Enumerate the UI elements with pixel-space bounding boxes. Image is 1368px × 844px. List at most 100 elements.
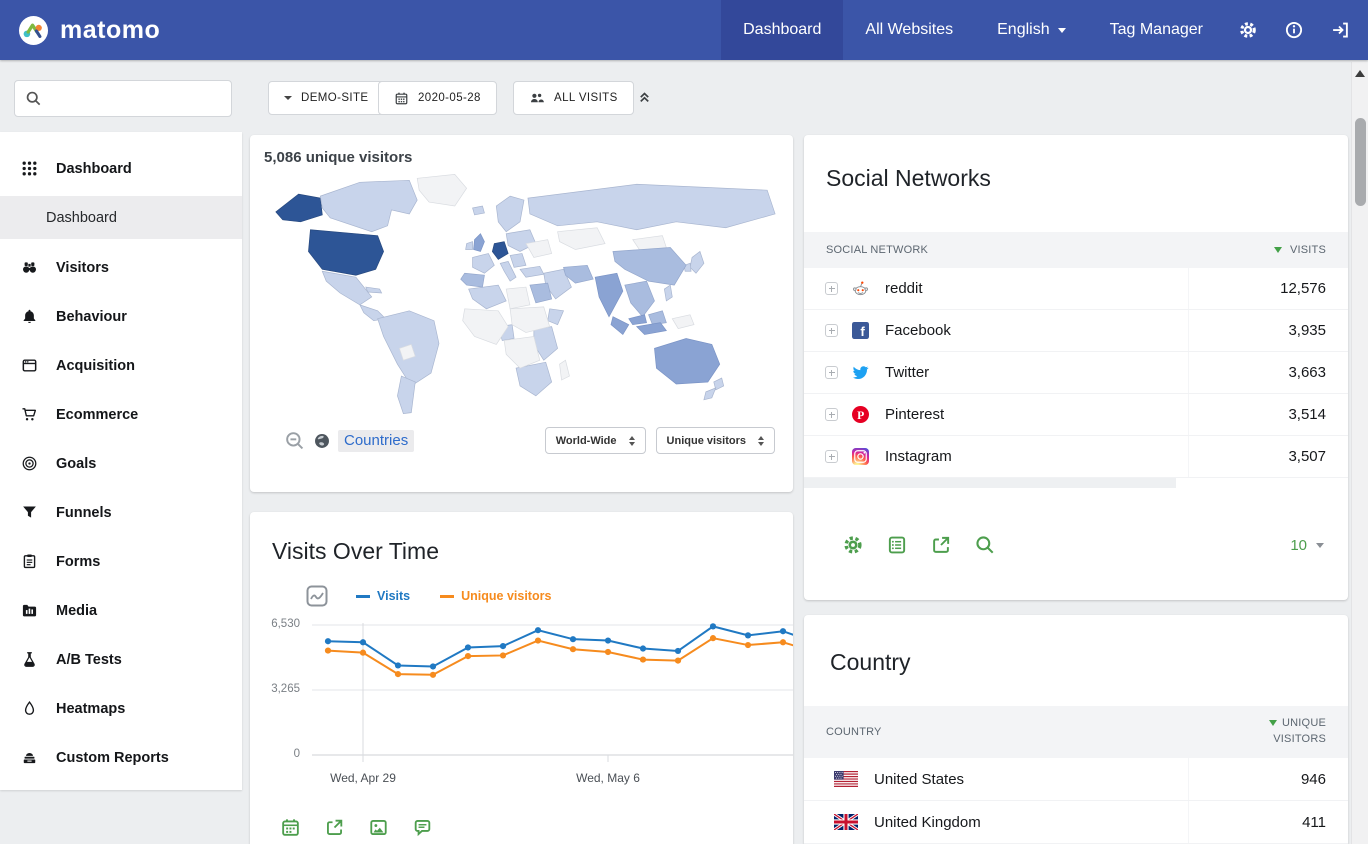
table-view-icon[interactable] [886, 534, 908, 556]
annotations-icon[interactable] [412, 817, 433, 838]
export-icon[interactable] [930, 534, 952, 556]
sidebar-item[interactable]: Behaviour [0, 292, 242, 341]
chart-point [395, 671, 401, 677]
chart-point [605, 637, 611, 643]
segment-selector-label: ALL VISITS [554, 92, 618, 104]
calendar-icon[interactable] [280, 817, 301, 838]
y-axis-label: 6,530 [254, 618, 300, 630]
sidebar-item-icon [21, 357, 38, 374]
sidebar-item-icon [21, 651, 38, 668]
zoom-out-icon[interactable] [284, 430, 306, 452]
sidebar-item[interactable]: A/B Tests [0, 635, 242, 684]
updown-arrows-icon [758, 436, 764, 446]
sidebar-items: Visitors Behaviour Acquisition Ecommerce… [0, 243, 242, 782]
sidebar-item[interactable]: Heatmaps [0, 684, 242, 733]
topnav-item-label: All Websites [865, 21, 953, 39]
chart-point [780, 628, 786, 634]
search-input[interactable] [42, 81, 231, 116]
table-row[interactable]: Pinterest 3,514 [804, 394, 1348, 436]
sidebar-item[interactable]: Ecommerce [0, 390, 242, 439]
table-header: COUNTRY UNIQUE VISITORS [804, 706, 1348, 758]
legend-item[interactable]: Visits [356, 589, 410, 603]
logout-button[interactable] [1317, 0, 1368, 60]
row-label: Pinterest [885, 406, 944, 423]
topnav-item[interactable]: English [975, 0, 1087, 60]
date-selector-button[interactable]: 2020-05-28 [378, 81, 497, 115]
gear-icon[interactable] [842, 534, 864, 556]
sidebar-item[interactable]: Goals [0, 439, 242, 488]
map-region-select[interactable]: World-Wide [545, 427, 646, 454]
row-value: 3,663 [1188, 352, 1348, 393]
countries-link[interactable]: Countries [338, 430, 414, 452]
country-flag-icon [834, 771, 858, 787]
legend-item[interactable]: Unique visitors [440, 589, 551, 603]
sidebar-item[interactable]: Acquisition [0, 341, 242, 390]
sidebar-item-dashboard[interactable]: Dashboard [0, 144, 242, 193]
map-metric-select[interactable]: Unique visitors [656, 427, 775, 454]
chart-point [360, 639, 366, 645]
topnav-items: Dashboard All Websites English Tag Manag… [721, 0, 1225, 60]
date-selector-label: 2020-05-28 [418, 92, 481, 104]
collapse-toolbar-button[interactable] [636, 88, 653, 110]
sidebar-item[interactable]: Funnels [0, 488, 242, 537]
expand-row-icon[interactable] [825, 450, 838, 463]
row-label: Instagram [885, 448, 952, 465]
topnav-item[interactable]: Tag Manager [1088, 0, 1225, 60]
table-header: SOCIAL NETWORK VISITS [804, 232, 1348, 268]
sidebar-item-icon [21, 504, 38, 521]
table-row[interactable]: Instagram 3,507 [804, 436, 1348, 478]
sidebar-item-label: Dashboard [56, 161, 132, 177]
y-axis-label: 3,265 [254, 683, 300, 695]
chart-point [535, 637, 541, 643]
scrollbar-up-arrow[interactable] [1355, 70, 1365, 77]
top-navbar: matomo Dashboard All Websites English Ta… [0, 0, 1368, 60]
sidebar-item-label: Ecommerce [56, 407, 138, 423]
world-map[interactable] [261, 170, 783, 418]
expand-row-icon[interactable] [825, 324, 838, 337]
site-selector-button[interactable]: DEMO-SITE [268, 81, 385, 115]
chart-type-icon[interactable] [306, 585, 328, 607]
export-icon[interactable] [324, 817, 345, 838]
chart-point [710, 623, 716, 629]
sidebar-item[interactable]: Custom Reports [0, 733, 242, 782]
page-scrollbar[interactable] [1351, 62, 1368, 844]
segment-selector-button[interactable]: ALL VISITS [513, 81, 634, 115]
widget-title: Social Networks [804, 135, 1348, 192]
sidebar-item-label: Forms [56, 554, 100, 570]
row-value: 3,514 [1188, 394, 1348, 435]
column-header-value[interactable]: VISITS [1274, 244, 1326, 256]
sidebar-item-label: Heatmaps [56, 701, 125, 717]
settings-button[interactable] [1225, 0, 1271, 60]
table-row[interactable]: Facebook 3,935 [804, 310, 1348, 352]
expand-row-icon[interactable] [825, 366, 838, 379]
sidebar-item-label: Media [56, 603, 97, 619]
sidebar-item[interactable]: Forms [0, 537, 242, 586]
social-network-icon [852, 364, 869, 381]
help-button[interactable] [1271, 0, 1317, 60]
chart-point [675, 658, 681, 664]
line-chart[interactable]: 03,2656,530 Wed, Apr 29Wed, May 6 [312, 615, 793, 789]
topnav-item[interactable]: Dashboard [721, 0, 843, 60]
table-row[interactable]: United Kingdom 411 [804, 801, 1348, 844]
image-export-icon[interactable] [368, 817, 389, 838]
sidebar-subitem-dashboard[interactable]: Dashboard [0, 196, 242, 239]
topnav-item[interactable]: All Websites [843, 0, 975, 60]
expand-row-icon[interactable] [825, 408, 838, 421]
column-header-label[interactable]: SOCIAL NETWORK [826, 244, 928, 256]
chevron-down-icon [1058, 28, 1066, 33]
expand-row-icon[interactable] [825, 282, 838, 295]
sidebar-item[interactable]: Media [0, 586, 242, 635]
column-header-value[interactable]: UNIQUE VISITORS [1230, 716, 1326, 748]
truncated-row-strip [804, 478, 1176, 488]
column-header-label[interactable]: COUNTRY [826, 726, 882, 738]
row-limit-select[interactable]: 10 [1290, 537, 1324, 554]
sidebar-item[interactable]: Visitors [0, 243, 242, 292]
gear-icon [1238, 20, 1258, 40]
matomo-logo[interactable]: matomo [0, 0, 160, 60]
table-row[interactable]: United States 946 [804, 758, 1348, 801]
table-row[interactable]: reddit 12,576 [804, 268, 1348, 310]
table-row[interactable]: Twitter 3,663 [804, 352, 1348, 394]
scrollbar-thumb[interactable] [1355, 118, 1366, 206]
widget-title: Visits Over Time [250, 512, 793, 565]
search-icon[interactable] [974, 534, 996, 556]
